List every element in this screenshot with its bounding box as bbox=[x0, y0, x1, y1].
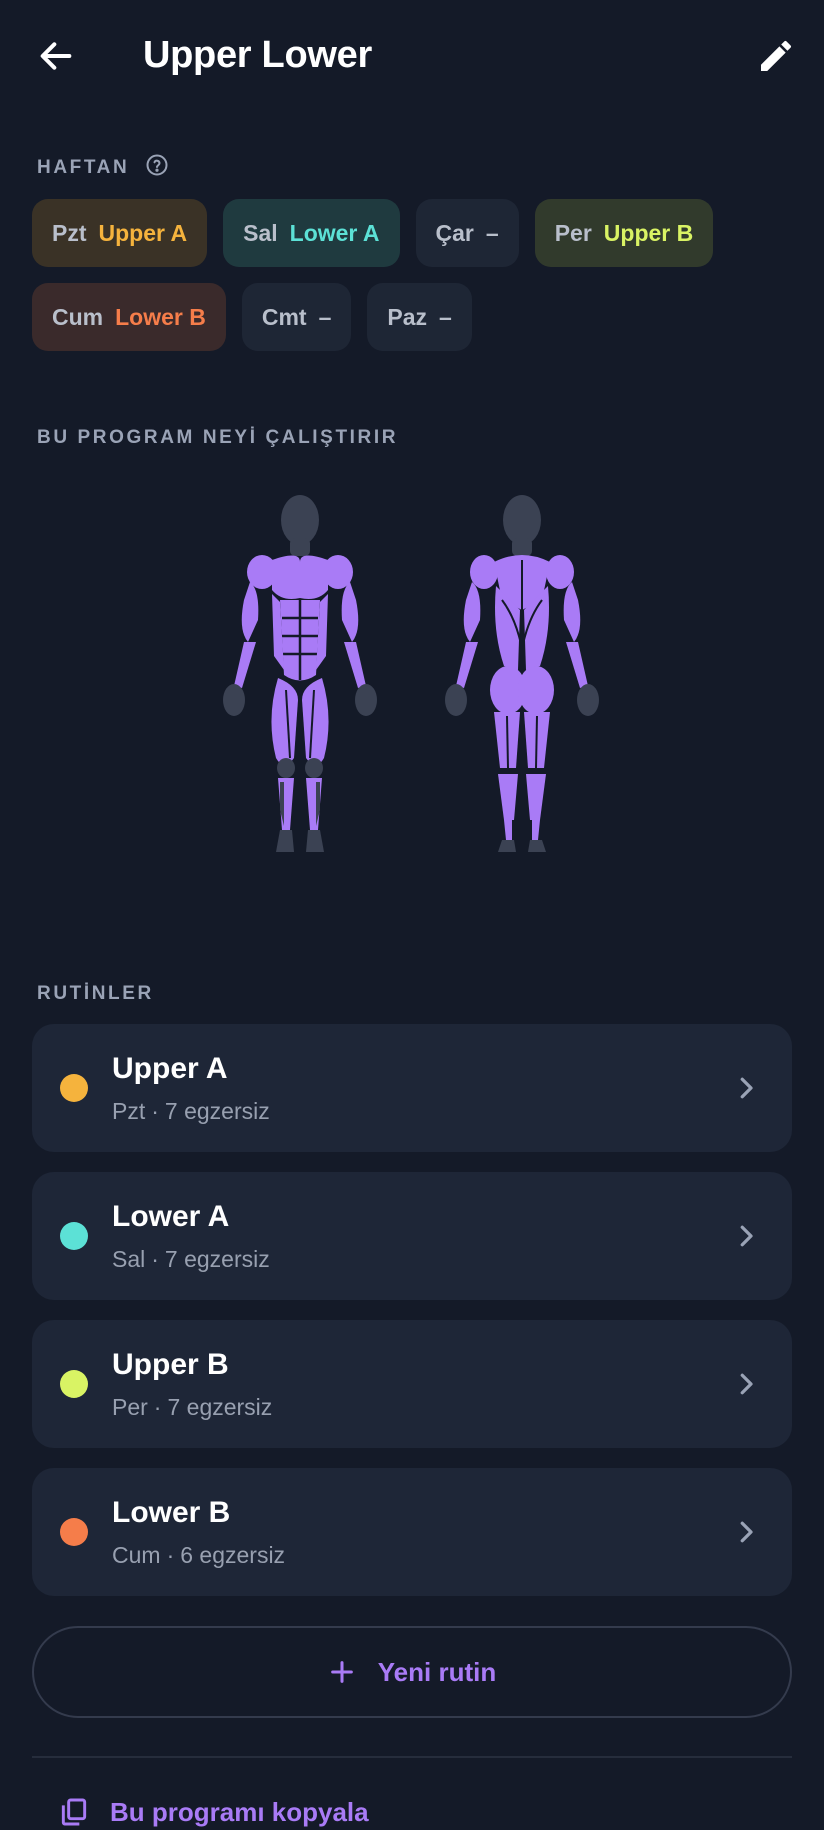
routine-meta: Sal · 7 egzersiz bbox=[112, 1246, 270, 1272]
chevron-right-icon bbox=[726, 1216, 766, 1256]
muscles-section-label: BU PROGRAM NEYİ ÇALIŞTIRIR bbox=[37, 427, 399, 448]
day-label: Cum bbox=[52, 303, 104, 330]
day-label: Sal bbox=[243, 219, 278, 246]
chevron-right-icon bbox=[726, 1364, 766, 1404]
back-button[interactable] bbox=[30, 30, 82, 82]
day-label: Per bbox=[554, 219, 592, 246]
plus-icon bbox=[328, 1658, 356, 1686]
day-label: Pzt bbox=[52, 219, 87, 246]
day-label: Paz bbox=[387, 303, 428, 330]
day-label: Çar bbox=[435, 219, 474, 246]
day-routine: – bbox=[318, 303, 332, 330]
routine-color-dot bbox=[60, 1370, 88, 1398]
day-routine: Upper A bbox=[98, 219, 188, 246]
routine-name: Lower A bbox=[112, 1200, 230, 1233]
day-routine: – bbox=[485, 219, 499, 246]
day-chip-paz[interactable]: Paz – bbox=[367, 283, 472, 351]
routine-name: Upper B bbox=[112, 1348, 229, 1381]
help-circle-icon[interactable] bbox=[145, 153, 169, 183]
copy-program-label: Bu programı kopyala bbox=[110, 1796, 369, 1827]
day-label: Cmt bbox=[261, 303, 307, 330]
new-routine-button[interactable]: Yeni rutin bbox=[32, 1626, 792, 1718]
day-chip-pzt[interactable]: Pzt Upper A bbox=[32, 199, 208, 267]
day-routine: Upper B bbox=[603, 219, 694, 246]
week-chips: Pzt Upper A Sal Lower A Çar – Per Upper … bbox=[32, 199, 792, 351]
day-chip-car[interactable]: Çar – bbox=[415, 199, 519, 267]
routine-name: Upper A bbox=[112, 1052, 228, 1085]
divider bbox=[32, 1756, 792, 1758]
page-title: Upper Lower bbox=[143, 34, 372, 76]
routine-meta: Cum · 6 egzersiz bbox=[112, 1542, 286, 1568]
routine-color-dot bbox=[60, 1518, 88, 1546]
pencil-icon bbox=[761, 40, 791, 71]
day-chip-cmt[interactable]: Cmt – bbox=[241, 283, 352, 351]
day-chip-sal[interactable]: Sal Lower A bbox=[223, 199, 400, 267]
day-routine: Lower A bbox=[289, 219, 380, 246]
edit-button[interactable] bbox=[750, 30, 802, 82]
week-section-label: HAFTAN bbox=[37, 153, 169, 183]
routine-name: Lower B bbox=[112, 1496, 231, 1529]
chevron-right-icon bbox=[726, 1068, 766, 1108]
muscle-map bbox=[223, 495, 599, 852]
day-routine: Lower B bbox=[115, 303, 206, 330]
day-chip-cum[interactable]: Cum Lower B bbox=[32, 283, 226, 351]
day-chip-per[interactable]: Per Upper B bbox=[534, 199, 714, 267]
body-front-figure bbox=[223, 495, 377, 852]
routine-card-upper-a[interactable]: Upper A Pzt · 7 egzersiz bbox=[32, 1024, 792, 1152]
arrow-left-icon bbox=[40, 42, 72, 70]
routine-meta: Per · 7 egzersiz bbox=[112, 1394, 273, 1420]
routine-card-lower-b[interactable]: Lower B Cum · 6 egzersiz bbox=[32, 1468, 792, 1596]
routine-color-dot bbox=[60, 1074, 88, 1102]
routine-card-lower-a[interactable]: Lower A Sal · 7 egzersiz bbox=[32, 1172, 792, 1300]
routine-color-dot bbox=[60, 1222, 88, 1250]
body-back-figure bbox=[445, 495, 599, 852]
day-routine: – bbox=[439, 303, 452, 330]
new-routine-label: Yeni rutin bbox=[377, 1656, 497, 1687]
routine-list: Upper A Pzt · 7 egzersiz Lower A Sal · 7 egz… bbox=[32, 1024, 792, 1616]
routine-card-upper-b[interactable]: Upper B Per · 7 egzersiz bbox=[32, 1320, 792, 1448]
chevron-right-icon bbox=[726, 1512, 766, 1552]
copy-icon bbox=[58, 1796, 90, 1828]
routines-section-label: RUTİNLER bbox=[37, 983, 154, 1004]
routine-meta: Pzt · 7 egzersiz bbox=[112, 1098, 270, 1124]
app-bar: Upper Lower bbox=[0, 0, 824, 112]
copy-program-button[interactable]: Bu programı kopyala bbox=[58, 1796, 369, 1828]
